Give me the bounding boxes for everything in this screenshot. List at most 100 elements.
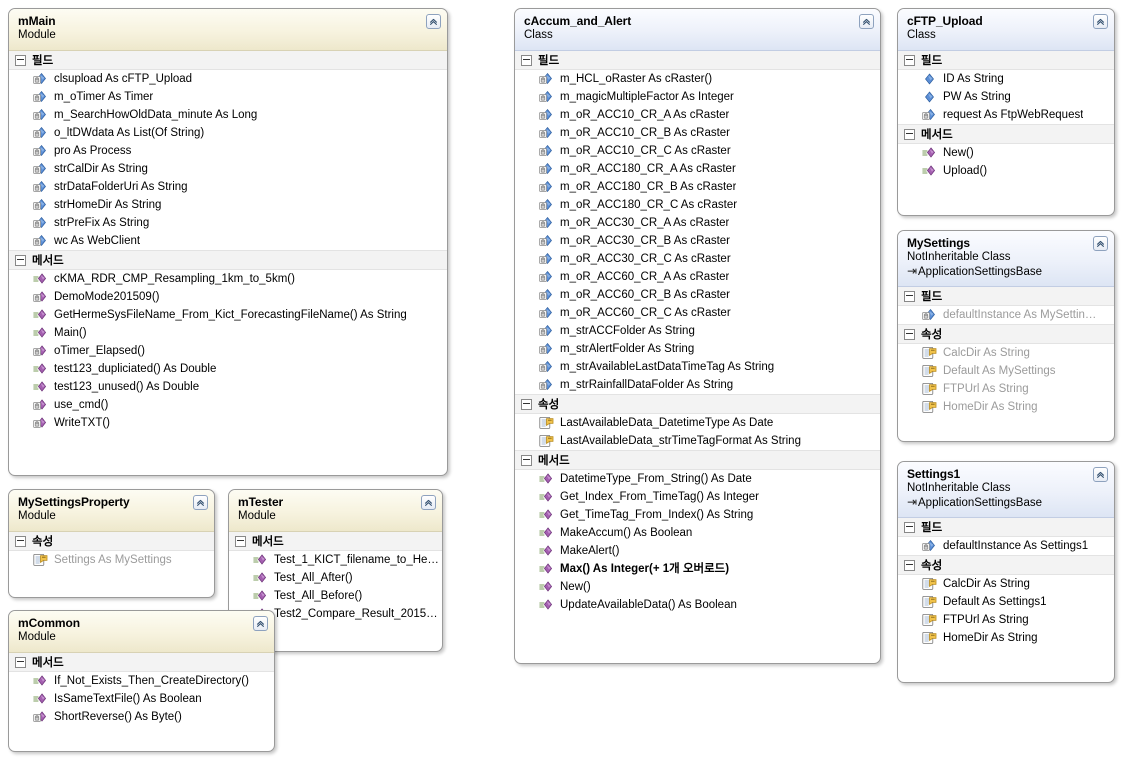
member-row[interactable]: Main(): [9, 324, 447, 342]
section-header-cAccum_and_Alert-0[interactable]: 필드: [515, 51, 880, 70]
section-header-MySettingsProperty-0[interactable]: 속성: [9, 532, 214, 551]
collapse-chevron-up-icon[interactable]: [859, 14, 874, 29]
member-row[interactable]: m_oR_ACC180_CR_A As cRaster: [515, 160, 880, 178]
collapse-minus-icon[interactable]: [15, 54, 26, 66]
shape-header-mTester[interactable]: mTester Module: [229, 490, 442, 532]
member-row[interactable]: Default As Settings1: [898, 593, 1114, 611]
section-header-MySettings-1[interactable]: 속성: [898, 324, 1114, 344]
member-row[interactable]: GetHermeSysFileName_From_Kict_Forecastin…: [9, 306, 447, 324]
collapse-minus-icon[interactable]: [904, 328, 915, 340]
member-row[interactable]: m_oR_ACC30_CR_C As cRaster: [515, 250, 880, 268]
shape-header-MySettings[interactable]: MySettings NotInheritable Class ⇥Applicati…: [898, 231, 1114, 287]
shape-header-cFTP_Upload[interactable]: cFTP_Upload Class: [898, 9, 1114, 51]
member-row[interactable]: strCalDir As String: [9, 160, 447, 178]
shape-header-Settings1[interactable]: Settings1 NotInheritable Class ⇥Applicatio…: [898, 462, 1114, 518]
member-row[interactable]: HomeDir As String: [898, 398, 1114, 416]
member-row[interactable]: m_oR_ACC30_CR_A As cRaster: [515, 214, 880, 232]
member-row[interactable]: m_oR_ACC180_CR_C As cRaster: [515, 196, 880, 214]
member-row[interactable]: HomeDir As String: [898, 629, 1114, 647]
collapse-minus-icon[interactable]: [904, 290, 915, 302]
section-header-mMain-0[interactable]: 필드: [9, 51, 447, 70]
member-row[interactable]: request As FtpWebRequest: [898, 106, 1114, 124]
member-row[interactable]: m_oR_ACC10_CR_B As cRaster: [515, 124, 880, 142]
member-row[interactable]: m_strACCFolder As String: [515, 322, 880, 340]
collapse-minus-icon[interactable]: [904, 128, 915, 140]
shape-header-cAccum_and_Alert[interactable]: cAccum_and_Alert Class: [515, 9, 880, 51]
member-row[interactable]: ID As String: [898, 70, 1114, 88]
member-row[interactable]: m_oR_ACC60_CR_C As cRaster: [515, 304, 880, 322]
member-row[interactable]: cKMA_RDR_CMP_Resampling_1km_to_5km(): [9, 270, 447, 288]
member-row[interactable]: m_oR_ACC60_CR_A As cRaster: [515, 268, 880, 286]
section-header-cFTP_Upload-1[interactable]: 메서드: [898, 124, 1114, 144]
member-row[interactable]: UpdateAvailableData() As Boolean: [515, 596, 880, 614]
member-row[interactable]: m_oR_ACC60_CR_B As cRaster: [515, 286, 880, 304]
collapse-minus-icon[interactable]: [904, 559, 915, 571]
member-row[interactable]: m_SearchHowOldData_minute As Long: [9, 106, 447, 124]
member-row[interactable]: defaultInstance As Settings1: [898, 537, 1114, 555]
collapse-minus-icon[interactable]: [15, 254, 26, 266]
class-shape-mCommon[interactable]: mCommon Module 메서드 If_Not_Exists_Then_Creat…: [8, 610, 275, 752]
member-row[interactable]: m_oR_ACC10_CR_C As cRaster: [515, 142, 880, 160]
collapse-chevron-up-icon[interactable]: [421, 495, 436, 510]
member-row[interactable]: FTPUrl As String: [898, 380, 1114, 398]
collapse-minus-icon[interactable]: [15, 656, 26, 668]
collapse-minus-icon[interactable]: [521, 398, 532, 410]
member-row[interactable]: CalcDir As String: [898, 344, 1114, 362]
member-row[interactable]: m_oTimer As Timer: [9, 88, 447, 106]
collapse-chevron-up-icon[interactable]: [253, 616, 268, 631]
collapse-chevron-up-icon[interactable]: [1093, 236, 1108, 251]
member-row[interactable]: Upload(): [898, 162, 1114, 180]
collapse-chevron-up-icon[interactable]: [1093, 14, 1108, 29]
collapse-minus-icon[interactable]: [904, 54, 915, 66]
member-row[interactable]: m_oR_ACC10_CR_A As cRaster: [515, 106, 880, 124]
member-row[interactable]: defaultInstance As MySettin…: [898, 306, 1114, 324]
member-row[interactable]: New(): [515, 578, 880, 596]
member-row[interactable]: Settings As MySettings: [9, 551, 214, 569]
member-row[interactable]: Test_All_After(): [229, 569, 442, 587]
collapse-chevron-up-icon[interactable]: [193, 495, 208, 510]
member-row[interactable]: strHomeDir As String: [9, 196, 447, 214]
class-shape-Settings1[interactable]: Settings1 NotInheritable Class ⇥Applicatio…: [897, 461, 1115, 683]
member-row[interactable]: test123_unused() As Double: [9, 378, 447, 396]
member-row[interactable]: MakeAccum() As Boolean: [515, 524, 880, 542]
collapse-minus-icon[interactable]: [904, 521, 915, 533]
member-row[interactable]: DatetimeType_From_String() As Date: [515, 470, 880, 488]
collapse-minus-icon[interactable]: [521, 54, 532, 66]
member-row[interactable]: m_strRainfallDataFolder As String: [515, 376, 880, 394]
class-shape-cFTP_Upload[interactable]: cFTP_Upload Class 필드 ID As String PW As Stri…: [897, 8, 1115, 216]
member-row[interactable]: clsupload As cFTP_Upload: [9, 70, 447, 88]
section-header-Settings1-1[interactable]: 속성: [898, 555, 1114, 575]
member-row[interactable]: Get_TimeTag_From_Index() As String: [515, 506, 880, 524]
member-row[interactable]: PW As String: [898, 88, 1114, 106]
shape-base-type[interactable]: ⇥ApplicationSettingsBase: [907, 265, 1105, 279]
section-header-mCommon-0[interactable]: 메서드: [9, 653, 274, 672]
member-row[interactable]: ShortReverse() As Byte(): [9, 708, 274, 726]
collapse-minus-icon[interactable]: [15, 535, 26, 547]
shape-header-mCommon[interactable]: mCommon Module: [9, 611, 274, 653]
member-row[interactable]: strDataFolderUri As String: [9, 178, 447, 196]
member-row[interactable]: LastAvailableData_DatetimeType As Date: [515, 414, 880, 432]
member-row[interactable]: m_HCL_oRaster As cRaster(): [515, 70, 880, 88]
section-header-MySettings-0[interactable]: 필드: [898, 287, 1114, 306]
member-row[interactable]: Test_1_KICT_filename_to_He…: [229, 551, 442, 569]
member-row[interactable]: FTPUrl As String: [898, 611, 1114, 629]
collapse-minus-icon[interactable]: [521, 454, 532, 466]
member-row[interactable]: CalcDir As String: [898, 575, 1114, 593]
member-row[interactable]: m_magicMultipleFactor As Integer: [515, 88, 880, 106]
member-row[interactable]: Get_Index_From_TimeTag() As Integer: [515, 488, 880, 506]
section-header-cAccum_and_Alert-2[interactable]: 메서드: [515, 450, 880, 470]
shape-header-mMain[interactable]: mMain Module: [9, 9, 447, 51]
member-row[interactable]: use_cmd(): [9, 396, 447, 414]
section-header-mTester-0[interactable]: 메서드: [229, 532, 442, 551]
member-row[interactable]: m_oR_ACC180_CR_B As cRaster: [515, 178, 880, 196]
class-shape-MySettings[interactable]: MySettings NotInheritable Class ⇥Applicati…: [897, 230, 1115, 442]
member-row[interactable]: DemoMode201509(): [9, 288, 447, 306]
shape-header-MySettingsProperty[interactable]: MySettingsProperty Module: [9, 490, 214, 532]
member-row[interactable]: test123_dupliciated() As Double: [9, 360, 447, 378]
class-shape-mMain[interactable]: mMain Module 필드 clsupload As cFTP_Upload m_o…: [8, 8, 448, 476]
member-row[interactable]: Max() As Integer(+ 1개 오버로드): [515, 560, 880, 578]
collapse-minus-icon[interactable]: [235, 535, 246, 547]
section-header-cAccum_and_Alert-1[interactable]: 속성: [515, 394, 880, 414]
class-shape-MySettingsProperty[interactable]: MySettingsProperty Module 속성 Settings As My…: [8, 489, 215, 598]
member-row[interactable]: pro As Process: [9, 142, 447, 160]
